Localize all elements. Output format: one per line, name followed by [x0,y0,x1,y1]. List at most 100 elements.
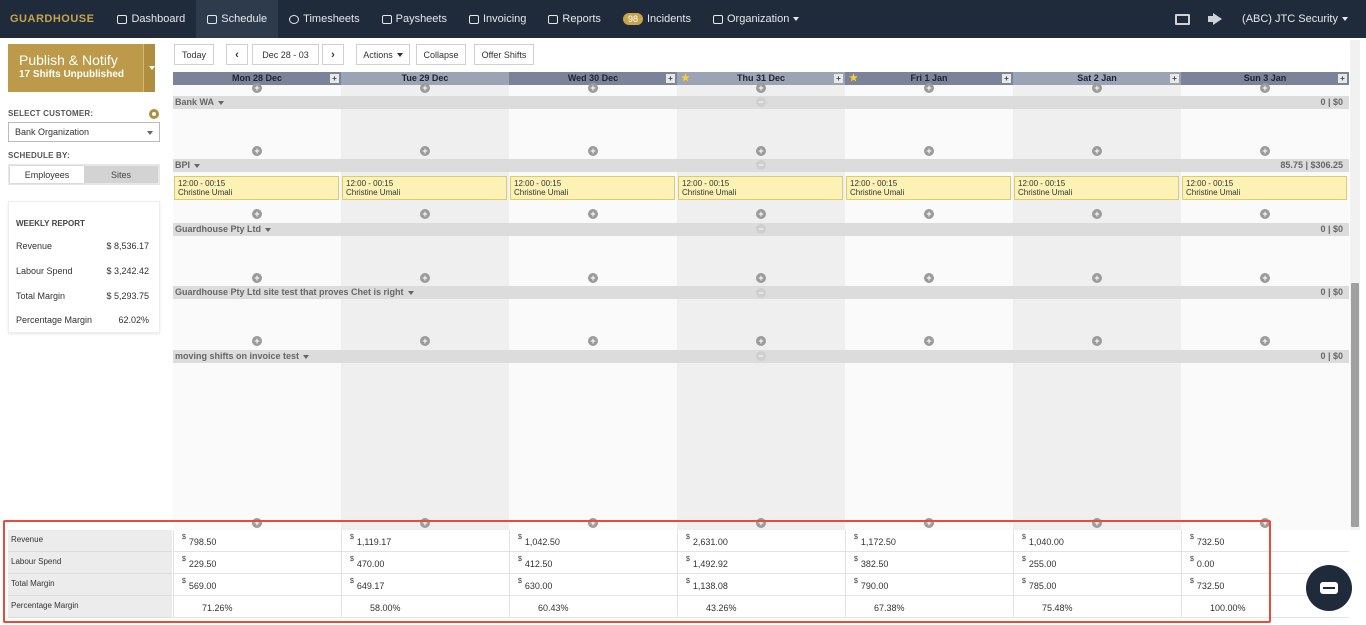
publish-dropdown-toggle[interactable] [143,44,155,92]
report-row-labour: Labour Spend $ 3,242.42 [16,266,149,276]
shift-card[interactable]: 12:00 - 00:15 Christine Umali [678,176,843,200]
add-shift-icon[interactable]: − [756,97,766,107]
add-shift-icon[interactable]: + [1260,146,1270,156]
megaphone-icon[interactable] [1208,13,1224,25]
nav-reports[interactable]: Reports [537,0,612,38]
add-shift-icon[interactable]: + [420,146,430,156]
nav-schedule[interactable]: Schedule [196,0,279,38]
add-shift-icon[interactable]: + [756,83,766,93]
add-shift-icon[interactable]: + [252,83,262,93]
actions-dropdown[interactable]: Actions [356,44,410,65]
add-shift-icon[interactable]: + [588,336,598,346]
add-shift-icon[interactable]: + [1092,518,1102,528]
brand-logo[interactable]: GUARDHOUSE [0,13,106,25]
shift-card[interactable]: 12:00 - 00:15 Christine Umali [1182,176,1347,200]
add-shift-icon[interactable]: + [1092,146,1102,156]
add-shift-icon[interactable]: + [756,518,766,528]
report-row-percentage: Percentage Margin 62.02% [16,315,149,325]
add-shift-icon[interactable]: − [756,160,766,170]
add-shift-icon[interactable]: + [1092,83,1102,93]
add-shift-icon[interactable]: + [756,146,766,156]
today-button[interactable]: Today [174,44,214,65]
add-shift-icon[interactable]: − [756,288,766,298]
add-shift-icon[interactable]: + [924,336,934,346]
dashboard-icon [117,14,128,24]
expand-icon[interactable]: + [1002,74,1011,83]
totals-cell-labour: $255.00 [1013,552,1181,574]
envelope-icon[interactable] [1175,13,1191,25]
shift-card[interactable]: 12:00 - 00:15 Christine Umali [846,176,1011,200]
nav-invoicing[interactable]: Invoicing [458,0,537,38]
expand-icon[interactable]: + [834,74,843,83]
expand-icon[interactable]: + [666,74,675,83]
add-shift-icon[interactable]: + [252,273,262,283]
chat-button[interactable] [1306,565,1352,611]
nav-incidents[interactable]: 98 Incidents [612,0,702,38]
expand-icon[interactable]: + [1338,74,1347,83]
nav-timesheets[interactable]: Timesheets [278,0,370,38]
nav-dashboard[interactable]: Dashboard [106,0,196,38]
add-shift-icon[interactable]: + [420,209,430,219]
add-shift-icon[interactable]: + [1260,83,1270,93]
offer-shifts-button[interactable]: Offer Shifts [474,44,534,65]
prev-week-button[interactable]: ‹ [226,44,248,65]
add-shift-icon[interactable]: + [252,336,262,346]
collapse-button[interactable]: Collapse [416,44,466,65]
add-shift-icon[interactable]: + [924,146,934,156]
shift-card[interactable]: 12:00 - 00:15 Christine Umali [174,176,339,200]
nav-organization[interactable]: Organization [702,0,810,38]
shift-card[interactable]: 12:00 - 00:15 Christine Umali [342,176,507,200]
add-shift-icon[interactable]: + [252,209,262,219]
shift-card[interactable]: 12:00 - 00:15 Christine Umali [1014,176,1179,200]
sites-toggle[interactable]: Sites [84,166,158,183]
totals-cell-labour: $470.00 [341,552,509,574]
add-shift-icon[interactable]: + [252,146,262,156]
add-shift-icon[interactable]: + [1260,518,1270,528]
add-shift-icon[interactable]: + [924,209,934,219]
add-shift-icon[interactable]: − [756,351,766,361]
add-shift-icon[interactable]: + [588,146,598,156]
add-shift-icon[interactable]: + [1260,273,1270,283]
day-column: ★ Thu 31 Dec + [677,72,845,530]
add-shift-icon[interactable]: + [420,273,430,283]
schedule-by-toggle: Employees Sites [8,164,160,185]
totals-cell-revenue: $2,631.00 [677,530,845,552]
add-shift-icon[interactable]: + [756,209,766,219]
add-shift-icon[interactable]: + [1092,336,1102,346]
employees-toggle[interactable]: Employees [10,166,84,183]
add-shift-icon[interactable]: + [588,209,598,219]
customer-select[interactable]: Bank Organization [8,122,160,142]
next-week-button[interactable]: › [322,44,344,65]
add-shift-icon[interactable]: + [1260,336,1270,346]
totals-label-revenue: Revenue [8,530,172,552]
date-range-button[interactable]: Dec 28 - 03 [252,44,319,65]
add-shift-icon[interactable]: + [420,83,430,93]
totals-cell-pct: 71.26% [173,596,341,618]
add-shift-icon[interactable]: + [588,518,598,528]
day-column: ★ Fri 1 Jan + [845,72,1013,530]
add-shift-icon[interactable]: + [1092,273,1102,283]
expand-icon[interactable]: + [1170,74,1179,83]
add-shift-icon[interactable]: − [756,224,766,234]
add-shift-icon[interactable]: + [756,336,766,346]
expand-icon[interactable]: + [330,74,339,83]
shift-card[interactable]: 12:00 - 00:15 Christine Umali [510,176,675,200]
add-shift-icon[interactable]: + [1260,209,1270,219]
add-shift-icon[interactable]: + [756,273,766,283]
nav-paysheets[interactable]: Paysheets [371,0,458,38]
gear-icon[interactable] [149,109,159,119]
scrollbar-thumb[interactable] [1351,283,1359,527]
add-shift-icon[interactable]: + [924,518,934,528]
add-shift-icon[interactable]: + [924,83,934,93]
add-shift-icon[interactable]: + [420,336,430,346]
add-shift-icon[interactable]: + [924,273,934,283]
add-shift-icon[interactable]: + [252,518,262,528]
org-switcher[interactable]: (ABC) JTC Security [1242,13,1348,25]
schedule-grid: Mon 28 Dec + Tue 29 Dec Wed 30 Dec + ★ Thu … [173,72,1349,530]
totals-cell-revenue: $1,119.17 [341,530,509,552]
add-shift-icon[interactable]: + [1092,209,1102,219]
add-shift-icon[interactable]: + [588,83,598,93]
add-shift-icon[interactable]: + [420,518,430,528]
publish-notify-button[interactable]: Publish & Notify 17 Shifts Unpublished [8,44,154,92]
add-shift-icon[interactable]: + [588,273,598,283]
